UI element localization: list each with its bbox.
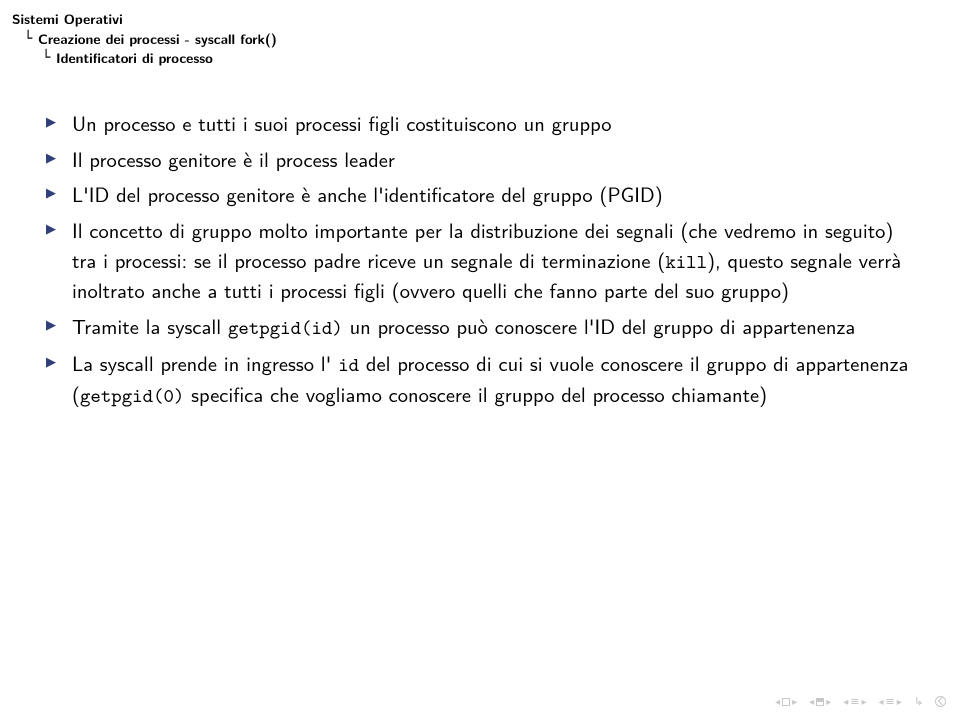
- slide-body: Un processo e tutti i suoi processi figl…: [0, 69, 960, 411]
- list-item: Il processo genitore è il process leader: [46, 145, 914, 175]
- list-item: La syscall prende in ingresso l' id del …: [46, 349, 914, 411]
- nav-prev[interactable]: ◂≡▸: [843, 694, 866, 709]
- list-item: Il concetto di gruppo molto importante p…: [46, 216, 914, 306]
- tree-branch-icon: └: [24, 29, 38, 49]
- tree-branch-icon: └: [42, 48, 56, 68]
- nav-back[interactable]: [935, 696, 946, 707]
- list-item: Tramite la syscall getpgid(id) un proces…: [46, 312, 914, 343]
- nav-next[interactable]: ◂≡▸: [879, 694, 902, 709]
- breadcrumb-level-2-label: Creazione dei processi - syscall fork(): [38, 30, 277, 50]
- breadcrumb-level-1: Sistemi Operativi: [12, 10, 948, 30]
- bullet-list: Un processo e tutti i suoi processi figl…: [46, 109, 914, 411]
- list-item: L'ID del processo genitore è anche l'ide…: [46, 180, 914, 210]
- breadcrumb-level-3-label: Identificatori di processo: [56, 49, 213, 69]
- list-item: Un processo e tutti i suoi processi figl…: [46, 109, 914, 139]
- breadcrumb-level-2: └ Creazione dei processi - syscall fork(…: [12, 30, 948, 50]
- breadcrumb-level-3: └ Identificatori di processo: [12, 49, 948, 69]
- nav-first[interactable]: ◂▸: [775, 694, 797, 709]
- slide-header: Sistemi Operativi └ Creazione dei proces…: [0, 0, 960, 69]
- nav-footer: ◂▸ ◂▸ ◂≡▸ ◂≡▸ ↲: [775, 694, 946, 709]
- nav-last[interactable]: ↲: [914, 696, 923, 707]
- nav-prev-section[interactable]: ◂▸: [809, 694, 831, 709]
